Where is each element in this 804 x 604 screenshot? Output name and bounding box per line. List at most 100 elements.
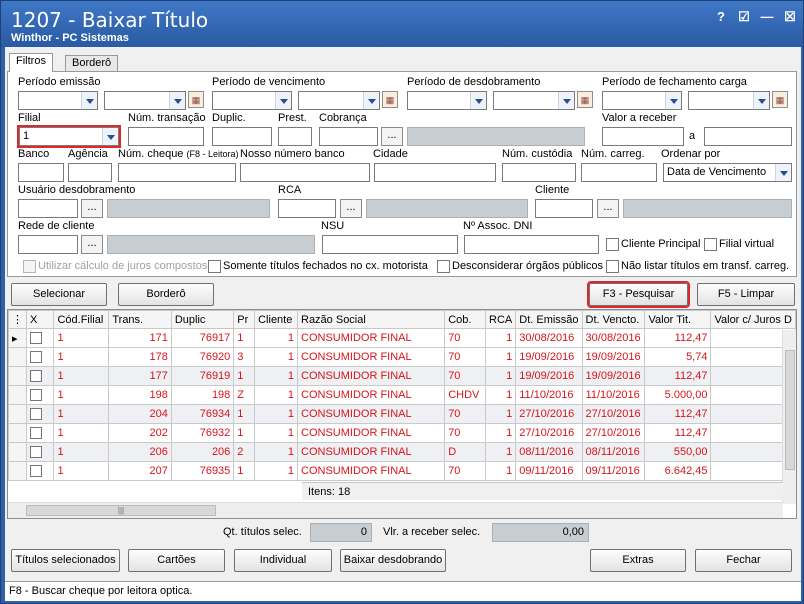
num-carreg-input[interactable]	[581, 163, 657, 182]
table-row[interactable]: 1 207 76935 1 1 CONSUMIDOR FINAL 70 1 09/11/2016…	[8, 461, 796, 481]
duplic-input[interactable]	[212, 127, 272, 146]
col-rca[interactable]: RCA	[485, 310, 517, 329]
usuario-desdobramento-input[interactable]	[18, 199, 78, 218]
table-row[interactable]: 1 177 76919 1 1 CONSUMIDOR FINAL 70 1 19/09/2016…	[8, 366, 796, 386]
periodo-vencimento-end[interactable]	[298, 91, 380, 110]
baixar-desdobrando-button[interactable]: Baixar desdobrando	[340, 549, 446, 572]
row-checkbox[interactable]	[30, 370, 42, 383]
tab-bordero[interactable]: Borderô	[65, 55, 119, 72]
calendar-icon[interactable]: ▦	[577, 91, 593, 108]
col-cob[interactable]: Cob.	[444, 310, 487, 329]
table-row[interactable]: 1 202 76932 1 1 CONSUMIDOR FINAL 70 1 27/10/2016…	[8, 423, 796, 443]
vertical-scrollbar[interactable]	[782, 330, 796, 504]
periodo-emissao-end[interactable]	[104, 91, 186, 110]
col-dt-emissao[interactable]: Dt. Emissão	[515, 310, 583, 329]
cobranca-input[interactable]	[319, 127, 378, 146]
rca-search-button[interactable]: ...	[340, 199, 362, 218]
table-row[interactable]: 1 198 198 Z 1 CONSUMIDOR FINAL CHDV 1 11/10/2016…	[8, 385, 796, 405]
row-checkbox[interactable]	[30, 389, 42, 402]
ordenar-por-select[interactable]: Data de Vencimento	[663, 163, 792, 182]
rca-input[interactable]	[278, 199, 336, 218]
filial-virtual-checkbox[interactable]	[704, 238, 717, 251]
periodo-emissao-start[interactable]	[18, 91, 98, 110]
col-x[interactable]: X	[25, 310, 55, 329]
fechar-button[interactable]: Fechar	[695, 549, 792, 572]
col-trans[interactable]: Trans.	[108, 310, 172, 329]
col-cod-filial[interactable]: Cód.Filial	[53, 310, 110, 329]
cliente-input[interactable]	[535, 199, 593, 218]
nosso-numero-input[interactable]	[240, 163, 370, 182]
desconsiderar-orgaos-checkbox[interactable]	[437, 260, 450, 273]
col-pr[interactable]: Pr	[233, 310, 256, 329]
row-checkbox-cell[interactable]	[25, 328, 55, 348]
table-row[interactable]: 1 206 206 2 1 CONSUMIDOR FINAL D 1 08/11/2016 08/…	[8, 442, 796, 462]
col-valor-tit[interactable]: Valor Tit.	[644, 310, 712, 329]
juros-compostos-checkbox[interactable]	[23, 260, 36, 273]
row-checkbox-cell[interactable]	[25, 423, 55, 443]
rede-cliente-input[interactable]	[18, 235, 78, 254]
row-checkbox[interactable]	[30, 465, 42, 478]
periodo-vencimento-start[interactable]	[212, 91, 292, 110]
selecionar-button[interactable]: Selecionar	[11, 283, 107, 306]
close-icon[interactable]: ☒	[780, 9, 800, 25]
row-checkbox[interactable]	[30, 332, 42, 345]
periodo-fechamento-end[interactable]	[688, 91, 770, 110]
usuario-search-button[interactable]: ...	[81, 199, 103, 218]
calendar-icon[interactable]: ▦	[772, 91, 788, 108]
cartoes-button[interactable]: Cartões	[128, 549, 225, 572]
bordero-button[interactable]: Borderô	[118, 283, 214, 306]
periodo-fechamento-start[interactable]	[602, 91, 682, 110]
num-transacao-input[interactable]	[128, 127, 204, 146]
row-checkbox-cell[interactable]	[25, 404, 55, 424]
table-row[interactable]: 1 204 76934 1 1 CONSUMIDOR FINAL 70 1 27/10/2016…	[8, 404, 796, 424]
periodo-desdobramento-start[interactable]	[407, 91, 487, 110]
col-duplic[interactable]: Duplic	[170, 310, 235, 329]
col-cliente[interactable]: Cliente	[254, 310, 298, 329]
row-checkbox-cell[interactable]	[25, 385, 55, 405]
minimize-icon[interactable]: —	[757, 9, 777, 25]
nsu-input[interactable]	[322, 235, 458, 254]
assoc-dni-input[interactable]	[464, 235, 599, 254]
extras-button[interactable]: Extras	[590, 549, 686, 572]
banco-input[interactable]	[18, 163, 64, 182]
individual-button[interactable]: Individual	[234, 549, 332, 572]
num-custodia-input[interactable]	[502, 163, 576, 182]
row-checkbox-cell[interactable]	[25, 347, 55, 367]
periodo-desdobramento-end[interactable]	[493, 91, 575, 110]
vertical-scroll-thumb[interactable]	[785, 350, 795, 470]
row-checkbox-cell[interactable]	[25, 442, 55, 462]
table-row[interactable]: 1 178 76920 3 1 CONSUMIDOR FINAL 70 1 19/09/2016…	[8, 347, 796, 367]
horizontal-scrollbar[interactable]: |||	[8, 502, 783, 518]
cobranca-search-button[interactable]: ...	[381, 127, 403, 146]
horizontal-scroll-thumb[interactable]: |||	[26, 505, 216, 516]
row-checkbox[interactable]	[30, 446, 42, 459]
row-checkbox[interactable]	[30, 427, 42, 440]
row-checkbox-cell[interactable]	[25, 366, 55, 386]
agencia-input[interactable]	[68, 163, 112, 182]
col-valor-juros[interactable]: Valor c/ Juros D	[710, 310, 796, 329]
nao-listar-checkbox[interactable]	[606, 260, 619, 273]
prest-input[interactable]	[278, 127, 312, 146]
col-razao-social[interactable]: Razão Social	[296, 310, 446, 329]
titulos-selecionados-button[interactable]: Títulos selecionados	[11, 549, 120, 572]
col-dt-vencto[interactable]: Dt. Vencto.	[581, 310, 646, 329]
cliente-search-button[interactable]: ...	[597, 199, 619, 218]
edit-icon[interactable]: ☑	[734, 9, 754, 25]
pesquisar-button[interactable]: F3 - Pesquisar	[587, 281, 690, 308]
filial-select[interactable]: 1	[17, 125, 121, 148]
table-row[interactable]: ▸ 1 171 76917 1 1 CONSUMIDOR FINAL 70 1 30/08/201…	[8, 328, 796, 348]
calendar-icon[interactable]: ▦	[382, 91, 398, 108]
valor-receber-max[interactable]	[704, 127, 792, 146]
valor-receber-min[interactable]	[602, 127, 684, 146]
help-icon[interactable]: ?	[711, 9, 731, 25]
somente-fechados-checkbox[interactable]	[208, 260, 221, 273]
limpar-button[interactable]: F5 - Limpar	[697, 283, 795, 306]
calendar-icon[interactable]: ▦	[188, 91, 204, 108]
tab-filtros[interactable]: Filtros	[9, 53, 53, 72]
rede-search-button[interactable]: ...	[81, 235, 103, 254]
row-checkbox[interactable]	[30, 408, 42, 421]
row-checkbox-cell[interactable]	[25, 461, 55, 481]
row-checkbox[interactable]	[30, 351, 42, 364]
cidade-input[interactable]	[374, 163, 496, 182]
num-cheque-input[interactable]	[118, 163, 236, 182]
